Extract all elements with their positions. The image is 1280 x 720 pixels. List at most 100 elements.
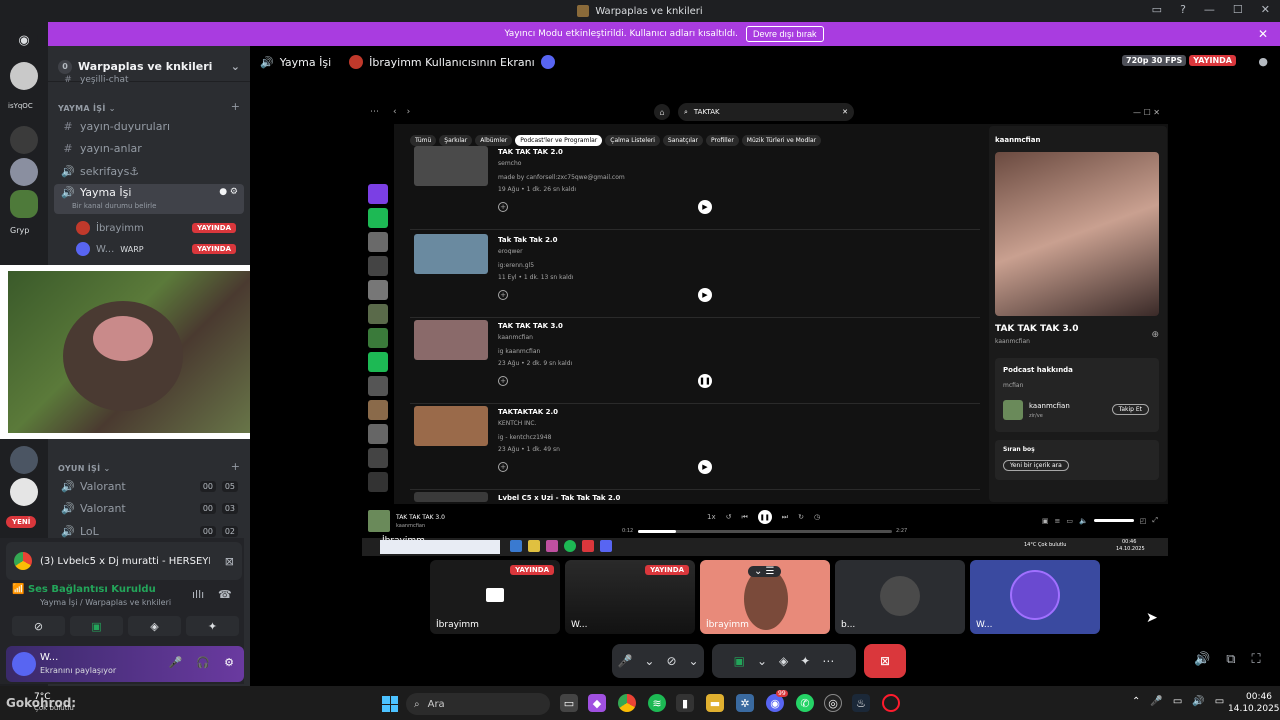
add-channel-icon[interactable]: + bbox=[231, 460, 240, 473]
screen-share-icon[interactable]: ▣ bbox=[734, 654, 745, 668]
network-icon[interactable]: ▭ bbox=[1173, 696, 1182, 707]
channel-status[interactable]: Bir kanal durumu belirle bbox=[72, 202, 156, 210]
camera-off-icon[interactable]: ⊘ bbox=[12, 616, 65, 636]
terminal-icon[interactable]: ▮ bbox=[676, 694, 694, 712]
soundboard-icon[interactable]: ✦ bbox=[186, 616, 239, 636]
volume-icon[interactable]: 🔈 bbox=[1079, 517, 1088, 525]
play-button[interactable]: ▶ bbox=[698, 200, 712, 214]
lyrics-icon[interactable]: ▣ bbox=[1042, 517, 1049, 525]
taskbar-search[interactable]: ⌕ Ara bbox=[406, 693, 550, 715]
server-icon-active[interactable] bbox=[10, 190, 38, 218]
category-oyun[interactable]: OYUN İŞİ ⌄ bbox=[58, 464, 111, 473]
participant-tile[interactable]: ⌄ ☰ İbrayimm bbox=[700, 560, 830, 634]
library-item[interactable] bbox=[368, 232, 388, 252]
pause-button[interactable]: ❚❚ bbox=[757, 510, 772, 524]
chevron-up-icon[interactable]: ⌃ bbox=[1132, 696, 1140, 707]
steam-icon[interactable]: ♨ bbox=[852, 694, 870, 712]
previous-icon[interactable]: ⏮ bbox=[741, 513, 747, 522]
participant-tile[interactable]: W... bbox=[970, 560, 1100, 634]
pause-button[interactable]: ❚❚ bbox=[698, 374, 712, 388]
windows-start-icon[interactable] bbox=[382, 696, 398, 712]
voice-channel-item[interactable]: 🔊 Valorant 00 05 bbox=[54, 476, 244, 496]
soundboard-icon[interactable]: ✦ bbox=[800, 654, 810, 668]
filter-chip-selected[interactable]: Podcast'ler ve Programlar bbox=[515, 135, 603, 146]
add-icon[interactable]: + bbox=[498, 462, 508, 472]
popout-icon[interactable]: ⧉ bbox=[1226, 652, 1235, 667]
filter-chip[interactable]: Tümü bbox=[410, 135, 437, 146]
queue-icon[interactable]: ≡ bbox=[1055, 517, 1061, 525]
follow-button[interactable]: Takip Et bbox=[1111, 404, 1149, 415]
filter-chip[interactable]: Sanatçılar bbox=[662, 135, 703, 146]
headphones-icon[interactable]: 🎧 bbox=[196, 656, 210, 669]
settings-icon[interactable]: ✲ bbox=[736, 694, 754, 712]
progress-bar[interactable] bbox=[638, 530, 892, 533]
chat-icon[interactable]: ● bbox=[1258, 55, 1268, 68]
filter-chip[interactable]: Müzik Türleri ve Modlar bbox=[741, 135, 822, 146]
fullscreen-icon[interactable]: ⤢ bbox=[1152, 516, 1158, 525]
disable-streamer-mode-button[interactable]: Devre dışı bırak bbox=[746, 26, 824, 42]
fullscreen-icon[interactable]: ⛶ bbox=[1251, 652, 1260, 667]
filter-chip[interactable]: Profiller bbox=[706, 135, 739, 146]
library-item[interactable] bbox=[368, 400, 388, 420]
participant-tile[interactable]: b... bbox=[835, 560, 965, 634]
filter-chip[interactable]: Şarkılar bbox=[439, 135, 473, 146]
episode-row[interactable]: Tak Tak Tak 2.0 eroqwer ig:erenn.gl5 11 … bbox=[410, 234, 980, 318]
disconnect-icon[interactable]: ☎ bbox=[218, 588, 232, 601]
participant-tile[interactable]: YAYINDA W... bbox=[565, 560, 695, 634]
server-icon[interactable] bbox=[10, 126, 38, 154]
discord-home-icon[interactable]: ◉ bbox=[10, 26, 38, 54]
chrome-notice[interactable]: (3) Lvbelc5 x Dj muratti - HERSEYR... ⊠ bbox=[6, 542, 242, 580]
noise-icon[interactable]: ıllı bbox=[192, 588, 204, 601]
clock-time[interactable]: 00:46 bbox=[1246, 692, 1272, 702]
library-item[interactable] bbox=[368, 424, 388, 444]
episode-row[interactable]: TAK TAK TAK 2.0 semcho made by canforsel… bbox=[410, 146, 980, 230]
library-item[interactable] bbox=[368, 184, 388, 204]
channel-item[interactable]: # yayın-anlar bbox=[54, 138, 244, 158]
server-icon[interactable] bbox=[10, 158, 38, 186]
minimize-button[interactable]: — bbox=[1204, 3, 1215, 16]
add-icon[interactable]: + bbox=[498, 202, 508, 212]
next-icon[interactable]: ⏭ bbox=[782, 513, 788, 522]
voice-channel-item[interactable]: 🔊 Valorant 00 03 bbox=[54, 498, 244, 518]
chevron-down-icon[interactable]: ⌄ bbox=[757, 654, 767, 668]
close-icon[interactable]: ✕ bbox=[1258, 27, 1268, 41]
stop-stream-button[interactable]: ⊠ bbox=[864, 644, 906, 678]
volume-icon[interactable]: 🔊 bbox=[1192, 696, 1204, 707]
play-button[interactable]: ▶ bbox=[698, 288, 712, 302]
library-item[interactable] bbox=[368, 352, 388, 372]
chrome-icon[interactable] bbox=[618, 694, 636, 712]
chat-icon[interactable]: ● ⚙ bbox=[219, 187, 238, 197]
library-item[interactable] bbox=[368, 376, 388, 396]
controller-icon[interactable]: ◈ bbox=[128, 616, 181, 636]
chevron-down-icon[interactable]: ⌄ bbox=[689, 654, 699, 668]
add-icon[interactable]: ⊕ bbox=[1151, 330, 1159, 340]
server-label[interactable]: isYqOC bbox=[8, 102, 33, 110]
microphone-icon[interactable]: 🎤 bbox=[617, 654, 632, 668]
maximize-button[interactable]: ☐ bbox=[1233, 3, 1243, 16]
close-icon[interactable]: ⊠ bbox=[225, 555, 234, 568]
clear-icon[interactable]: ✕ bbox=[842, 108, 848, 116]
controller-icon[interactable]: ◈ bbox=[779, 654, 788, 668]
copilot-icon[interactable]: ◆ bbox=[588, 694, 606, 712]
microphone-icon[interactable]: 🎤 bbox=[169, 656, 183, 669]
clock-date[interactable]: 14.10.2025 bbox=[1228, 704, 1280, 714]
category-yayma[interactable]: YAYMA İŞİ ⌄ bbox=[58, 104, 116, 113]
task-view-icon[interactable]: ▭ bbox=[560, 694, 578, 712]
close-button[interactable]: ✕ bbox=[1261, 3, 1270, 16]
screen-share-icon[interactable]: ▣ bbox=[70, 616, 123, 636]
episode-row[interactable]: Lvbel C5 x Uzi - Tak Tak Tak 2.0 bbox=[410, 492, 980, 502]
device-icon[interactable]: ▭ bbox=[1066, 517, 1073, 525]
library-item[interactable] bbox=[368, 472, 388, 492]
filter-chip[interactable]: Albümler bbox=[475, 135, 513, 146]
library-item[interactable] bbox=[368, 448, 388, 468]
menu-icon[interactable]: ⋯ bbox=[370, 107, 379, 117]
camera-off-icon[interactable]: ⊘ bbox=[666, 654, 676, 668]
microphone-icon[interactable]: 🎤 bbox=[1150, 696, 1162, 707]
search-input[interactable]: ⌕ TAKTAK ✕ bbox=[678, 103, 854, 121]
spotify-icon[interactable]: ≋ bbox=[648, 694, 666, 712]
home-icon[interactable]: ⌂ bbox=[654, 104, 670, 120]
server-label[interactable]: Gryp bbox=[10, 226, 29, 235]
find-content-button[interactable]: Yeni bir içerik ara bbox=[1003, 460, 1069, 471]
whatsapp-icon[interactable]: ✆ bbox=[796, 694, 814, 712]
opera-icon[interactable] bbox=[882, 694, 900, 712]
